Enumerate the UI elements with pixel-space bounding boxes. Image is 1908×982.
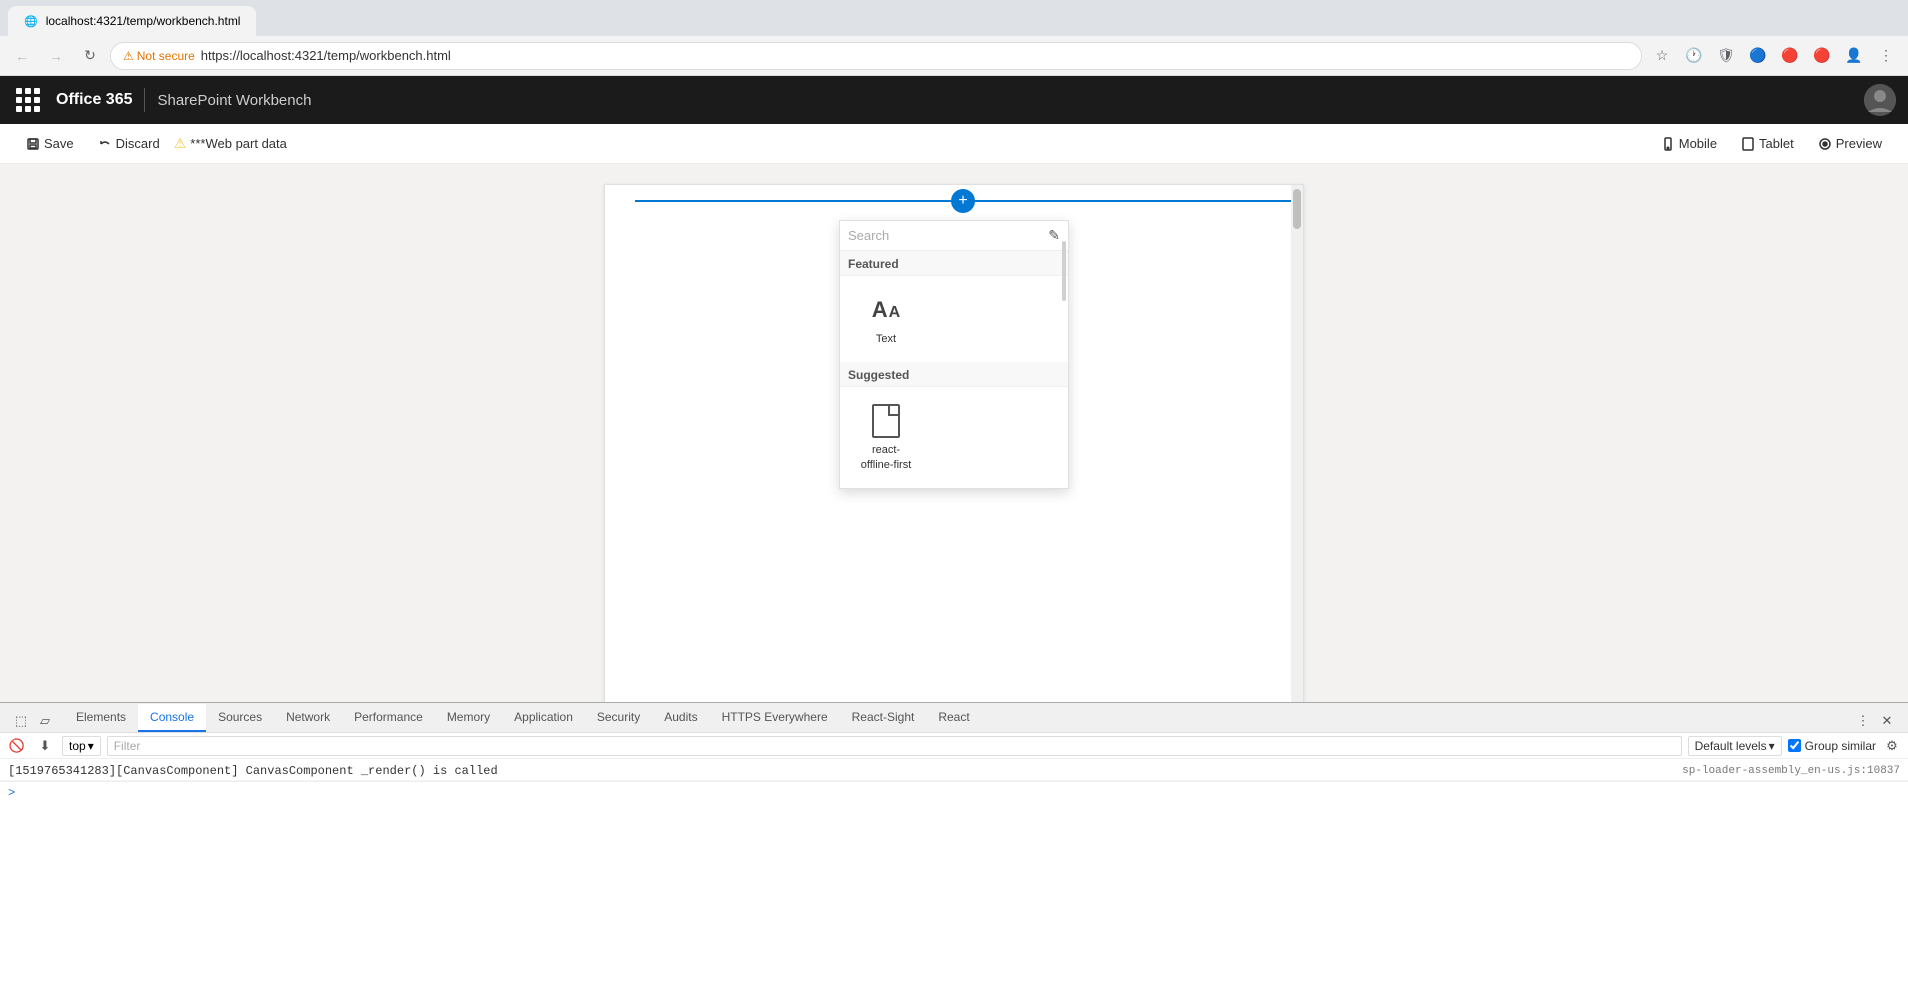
devtools-clear-button[interactable]: 🚫 (6, 735, 28, 757)
more-button[interactable]: ⋮ (1872, 42, 1900, 70)
content-wrapper: + ✎ Featured AA (0, 164, 1908, 982)
web-part-data-warning: ⚠ ***Web part data (174, 135, 287, 152)
suggested-items: react-offline-first (840, 387, 1068, 488)
devtools-more-button[interactable]: ⋮ (1852, 710, 1874, 732)
app-subtitle: SharePoint Workbench (157, 92, 311, 109)
group-similar-checkbox-label[interactable]: Group similar (1788, 739, 1876, 753)
devtools-right-buttons: ⋮ ✕ (1846, 710, 1904, 732)
suggested-section-header: Suggested (840, 362, 1068, 387)
console-source: sp-loader-assembly_en-us.js:10837 (1682, 765, 1900, 777)
tab-security[interactable]: Security (585, 704, 652, 732)
tab-performance[interactable]: Performance (342, 704, 435, 732)
ext4-button[interactable]: 🔴 (1776, 42, 1804, 70)
tab-audits[interactable]: Audits (652, 704, 709, 732)
browser-tab[interactable]: 🌐 localhost:4321/temp/workbench.html (8, 6, 256, 36)
warning-icon: ⚠ (123, 49, 134, 63)
picker-scrollbar (1060, 221, 1068, 488)
console-output: [1519765341283][CanvasComponent] CanvasC… (0, 759, 1908, 982)
ext5-button[interactable]: 🔴 (1808, 42, 1836, 70)
edit-icon[interactable]: ✎ (1048, 227, 1060, 244)
forward-button[interactable]: → (42, 42, 70, 70)
levels-chevron-icon: ▾ (1769, 739, 1775, 753)
devtools-close-button[interactable]: ✕ (1876, 710, 1898, 732)
ext6-button[interactable]: 👤 (1840, 42, 1868, 70)
text-webpart-item[interactable]: AA Text (848, 284, 924, 354)
console-log-line: [1519765341283][CanvasComponent] CanvasC… (0, 761, 1908, 781)
filter-input[interactable] (107, 736, 1682, 756)
console-prompt-line[interactable]: > (0, 781, 1908, 804)
browser-actions: ☆ 🕐 🛡 🔵 🔴 🔴 👤 ⋮ (1648, 42, 1900, 70)
console-prompt-arrow: > (8, 786, 15, 800)
tab-react-sight[interactable]: React-Sight (840, 704, 927, 732)
featured-items: AA Text (840, 276, 1068, 362)
browser-chrome: 🌐 localhost:4321/temp/workbench.html ← →… (0, 0, 1908, 76)
browser-tab-bar: 🌐 localhost:4321/temp/workbench.html (0, 0, 1908, 36)
insecure-warning: ⚠ Not secure (123, 49, 195, 63)
console-message: [1519765341283][CanvasComponent] CanvasC… (8, 764, 1674, 778)
tab-memory[interactable]: Memory (435, 704, 502, 732)
devtools-device-button[interactable]: ▱ (34, 710, 56, 732)
ext1-button[interactable]: 🕐 (1680, 42, 1708, 70)
webpart-picker: ✎ Featured AA Text Sugges (839, 220, 1069, 489)
url-text: https://localhost:4321/temp/workbench.ht… (201, 48, 451, 63)
devtools-settings-button[interactable]: ⚙ (1882, 736, 1902, 756)
text-icon: AA (868, 292, 904, 328)
tab-application[interactable]: Application (502, 704, 585, 732)
level-select[interactable]: top ▾ (62, 736, 101, 756)
devtools-panel: ⬚ ▱ Elements Console Sources Network Per… (0, 702, 1908, 982)
react-offline-first-item[interactable]: react-offline-first (848, 395, 924, 480)
text-webpart-label: Text (876, 332, 896, 346)
tab-elements[interactable]: Elements (64, 704, 138, 732)
search-input[interactable] (848, 228, 1042, 243)
save-button[interactable]: Save (16, 130, 84, 158)
devtools-tab-bar: ⬚ ▱ Elements Console Sources Network Per… (0, 703, 1908, 733)
app-title: Office 365 (56, 91, 132, 109)
avatar[interactable] (1864, 84, 1896, 116)
app-bar-divider (144, 88, 145, 112)
browser-toolbar: ← → ↻ ⚠ Not secure https://localhost:432… (0, 36, 1908, 76)
workbench-toolbar: Save Discard ⚠ ***Web part data Mobile T… (0, 124, 1908, 164)
tab-console[interactable]: Console (138, 704, 206, 732)
add-webpart-line: + (635, 200, 1291, 202)
tablet-button[interactable]: Tablet (1731, 130, 1804, 158)
app-waffle-button[interactable] (12, 84, 44, 116)
chevron-down-icon: ▾ (88, 739, 94, 753)
featured-section-header: Featured (840, 251, 1068, 276)
tab-sources[interactable]: Sources (206, 704, 274, 732)
tab-https-everywhere[interactable]: HTTPS Everywhere (710, 704, 840, 732)
add-webpart-button[interactable]: + (951, 189, 975, 213)
warning-triangle-icon: ⚠ (174, 135, 187, 152)
address-bar[interactable]: ⚠ Not secure https://localhost:4321/temp… (110, 42, 1642, 70)
discard-button[interactable]: Discard (88, 130, 170, 158)
picker-search-bar: ✎ (840, 221, 1068, 251)
file-icon (868, 403, 904, 439)
tab-react[interactable]: React (926, 704, 981, 732)
devtools-left-buttons: ⬚ ▱ (4, 710, 64, 732)
default-levels-button[interactable]: Default levels ▾ (1688, 736, 1782, 756)
mobile-button[interactable]: Mobile (1651, 130, 1727, 158)
preview-button[interactable]: Preview (1808, 130, 1892, 158)
tab-title: localhost:4321/temp/workbench.html (46, 14, 241, 28)
tab-network[interactable]: Network (274, 704, 342, 732)
devtools-filter-button[interactable]: ⬇ (34, 735, 56, 757)
back-button[interactable]: ← (8, 42, 36, 70)
bookmark-button[interactable]: ☆ (1648, 42, 1676, 70)
group-similar-checkbox[interactable] (1788, 739, 1801, 752)
app-bar: Office 365 SharePoint Workbench (0, 76, 1908, 124)
react-offline-first-label: react-offline-first (856, 443, 916, 472)
ext2-button[interactable]: 🛡 (1712, 42, 1740, 70)
devtools-console-toolbar: 🚫 ⬇ top ▾ Default levels ▾ Group similar… (0, 733, 1908, 759)
ext3-button[interactable]: 🔵 (1744, 42, 1772, 70)
reload-button[interactable]: ↻ (76, 42, 104, 70)
devtools-cursor-button[interactable]: ⬚ (10, 710, 32, 732)
